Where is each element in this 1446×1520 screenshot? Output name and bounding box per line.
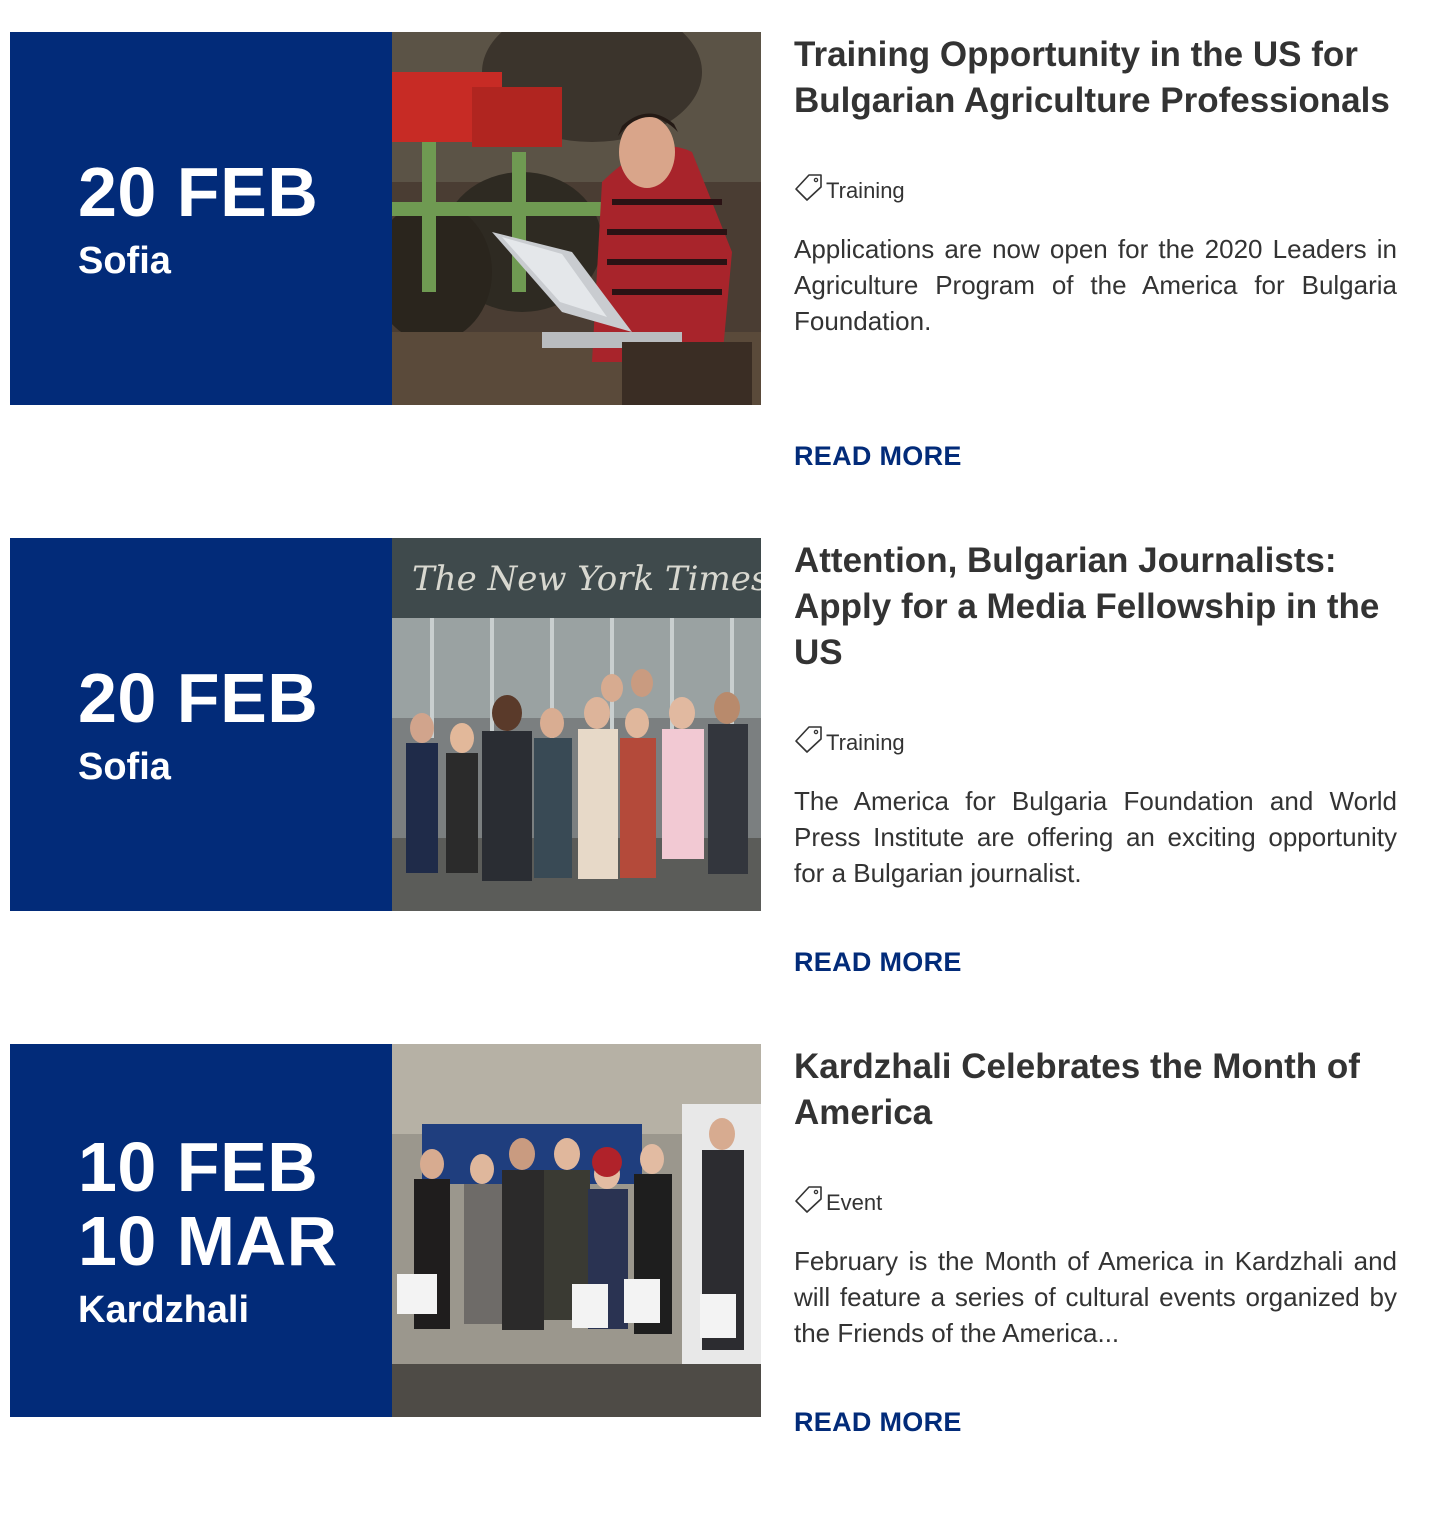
news-category[interactable]: Training xyxy=(794,726,1397,758)
read-more-link[interactable]: READ MORE xyxy=(794,947,962,978)
tag-icon xyxy=(794,724,824,754)
event-city: Sofia xyxy=(78,745,171,788)
news-title[interactable]: Training Opportunity in the US for Bulga… xyxy=(794,32,1397,124)
news-content: Attention, Bulgarian Journalists: Apply … xyxy=(794,538,1397,891)
news-photo[interactable]: The New York Times xyxy=(392,538,761,911)
news-summary: Applications are now open for the 2020 L… xyxy=(794,234,1397,336)
news-photo[interactable] xyxy=(392,1044,761,1417)
event-end-date: 10 MAR xyxy=(78,1201,338,1280)
date-box: 20 FEB Sofia xyxy=(10,32,392,405)
news-photo[interactable] xyxy=(392,32,761,405)
news-content: Training Opportunity in the US for Bulga… xyxy=(794,32,1397,339)
read-more-link[interactable]: READ MORE xyxy=(794,441,962,472)
category-label: Training xyxy=(826,730,905,755)
news-title[interactable]: Attention, Bulgarian Journalists: Apply … xyxy=(794,538,1397,676)
news-category[interactable]: Event xyxy=(794,1186,1397,1218)
event-start-date: 10 FEB xyxy=(78,1127,319,1206)
event-date: 20 FEB xyxy=(78,152,319,231)
read-more-link[interactable]: READ MORE xyxy=(794,1407,962,1438)
tag-icon xyxy=(794,172,824,202)
news-summary: The America for Bulgaria Foundation and … xyxy=(794,786,1397,888)
tag-icon xyxy=(794,1184,824,1214)
date-box: 10 FEB 10 MAR Kardzhali xyxy=(10,1044,392,1417)
event-city: Kardzhali xyxy=(78,1288,250,1331)
news-content: Kardzhali Celebrates the Month of Americ… xyxy=(794,1044,1397,1351)
event-date: 20 FEB xyxy=(78,658,319,737)
category-label: Training xyxy=(826,178,905,203)
newspaper-sign: The New York Times xyxy=(412,559,761,599)
category-label: Event xyxy=(826,1190,883,1215)
news-title[interactable]: Kardzhali Celebrates the Month of Americ… xyxy=(794,1044,1397,1136)
news-summary: February is the Month of America in Kard… xyxy=(794,1246,1397,1348)
date-box: 20 FEB Sofia xyxy=(10,538,392,911)
news-category[interactable]: Training xyxy=(794,174,1397,206)
event-city: Sofia xyxy=(78,239,171,282)
